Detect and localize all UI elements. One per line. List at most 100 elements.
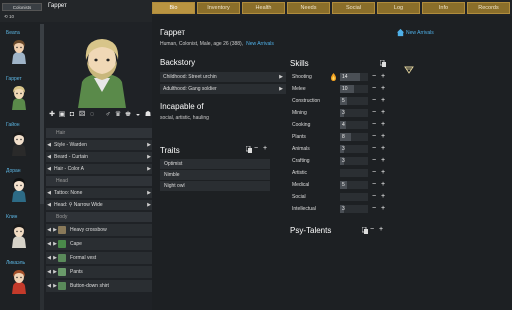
skill-increase-button[interactable]: +	[381, 96, 385, 105]
tab-inventory[interactable]: Inventory	[197, 2, 240, 14]
apparel-selector[interactable]: ◀ ▶ Pants	[46, 266, 152, 278]
skill-increase-button[interactable]: +	[381, 168, 385, 177]
hair-style-selector[interactable]: ◀ Style - Warden ▶	[46, 140, 152, 150]
skill-decrease-button[interactable]: −	[372, 108, 376, 117]
male-icon[interactable]: ♂	[104, 111, 112, 119]
mask-icon[interactable]: ☗	[144, 111, 152, 119]
pawn-list-entry[interactable]: Ликаэль	[2, 260, 38, 310]
apparel-selector[interactable]: ◀ ▶ Formal vest	[46, 252, 152, 264]
scrollbar-thumb[interactable]	[40, 24, 44, 204]
psy-add-button[interactable]: +	[379, 226, 383, 234]
pawn-list-name: Ликаэль	[6, 260, 26, 266]
copy-icon[interactable]	[246, 146, 252, 153]
crown-alt-icon[interactable]: ♚	[124, 111, 132, 119]
tab-records[interactable]: Records	[467, 2, 510, 14]
skill-name: Artistic	[292, 170, 307, 176]
skill-decrease-button[interactable]: −	[372, 72, 376, 81]
skill-decrease-button[interactable]: −	[372, 84, 376, 93]
reset-icon[interactable]: ◌	[88, 111, 96, 119]
hair-header: Hair	[46, 128, 152, 138]
apparel-label: Cape	[70, 241, 82, 247]
dropdown-arrow-icon: ▶	[279, 86, 283, 92]
skill-decrease-button[interactable]: −	[372, 132, 376, 141]
skill-decrease-button[interactable]: −	[372, 168, 376, 177]
tab-health[interactable]: Health	[242, 2, 285, 14]
childhood-dropdown[interactable]: Childhood: Street urchin ▶	[160, 72, 286, 82]
traits-remove-button[interactable]: −	[254, 145, 258, 153]
pawn-list-entry[interactable]: Клин	[2, 214, 38, 266]
top-bar: Colonists Гаррет ⟲ 10	[0, 0, 152, 22]
psy-remove-button[interactable]: −	[370, 226, 374, 234]
skill-name: Plants	[292, 134, 306, 140]
tattoo-selector[interactable]: ◀ Tattoo: None ▶	[46, 188, 152, 198]
skill-increase-button[interactable]: +	[381, 192, 385, 201]
pawn-list-entry[interactable]: Гайон	[2, 122, 38, 174]
skill-decrease-button[interactable]: −	[372, 156, 376, 165]
skill-decrease-button[interactable]: −	[372, 144, 376, 153]
apparel-selector[interactable]: ◀ ▶ Cape	[46, 238, 152, 250]
skill-decrease-button[interactable]: −	[372, 192, 376, 201]
skill-increase-button[interactable]: +	[381, 132, 385, 141]
pawn-list-scrollbar[interactable]	[40, 24, 44, 310]
first-aid-icon[interactable]: ✚	[48, 111, 56, 119]
skill-level-value: 10	[342, 86, 348, 92]
skill-increase-button[interactable]: +	[381, 180, 385, 189]
skill-increase-button[interactable]: +	[381, 156, 385, 165]
beard-selector[interactable]: ◀ Beard - Curtain ▶	[46, 152, 152, 162]
apparel-selector[interactable]: ◀ ▶ Heavy crossbow	[46, 224, 152, 236]
tab-bio[interactable]: Bio	[152, 2, 195, 14]
new-arrivals-link[interactable]: New Arrivals	[406, 30, 434, 36]
passion-flame-icon[interactable]	[330, 73, 337, 81]
skill-level-value: 3	[342, 158, 345, 164]
psy-copy-icon[interactable]	[362, 227, 368, 234]
skill-decrease-button[interactable]: −	[372, 180, 376, 189]
skills-copy-icon[interactable]	[380, 60, 386, 67]
tab-log[interactable]: Log	[377, 2, 420, 14]
tab-info[interactable]: Info	[422, 2, 465, 14]
crown-icon[interactable]: ♛	[114, 111, 122, 119]
apparel-icon	[58, 226, 66, 234]
pawn-list-portrait	[10, 84, 28, 110]
skill-increase-button[interactable]: +	[381, 144, 385, 153]
pawn-list-entry[interactable]: Беата	[2, 30, 38, 82]
skill-increase-button[interactable]: +	[381, 72, 385, 81]
skill-level-value: 14	[342, 74, 348, 80]
trait-item[interactable]: Night owl	[160, 181, 270, 191]
tab-needs[interactable]: Needs	[287, 2, 330, 14]
save-icon[interactable]: ▣	[58, 111, 66, 119]
refresh-icon[interactable]: ⟲	[4, 14, 8, 19]
adulthood-dropdown[interactable]: Adulthood: Gang soldier ▶	[160, 84, 286, 94]
trait-item[interactable]: Nimble	[160, 170, 270, 180]
skill-decrease-button[interactable]: −	[372, 204, 376, 213]
skill-increase-button[interactable]: +	[381, 120, 385, 129]
dropdown-arrow-icon: ▶	[279, 74, 283, 80]
pawn-list-entry[interactable]: Доран	[2, 168, 38, 220]
apparel-selector[interactable]: ◀ ▶ Button-down shirt	[46, 280, 152, 292]
skill-increase-button[interactable]: +	[381, 108, 385, 117]
skill-mode-icon[interactable]	[404, 66, 414, 74]
pawn-name: Гаррет	[160, 28, 186, 37]
skill-decrease-button[interactable]: −	[372, 96, 376, 105]
trait-item[interactable]: Optimist	[160, 159, 270, 169]
skill-name: Cooking	[292, 122, 311, 128]
head-selector[interactable]: ◀ Head: ⚲ Narrow Wide ▶	[46, 200, 152, 210]
dice-icon[interactable]: ⚄	[78, 111, 86, 119]
tattoo-label: Tattoo: None	[54, 190, 83, 196]
pawn-list-portrait	[10, 222, 28, 248]
skill-row: Melee 10 − +	[292, 84, 392, 94]
floppy-icon[interactable]: ◘	[68, 111, 76, 119]
hair-color-selector[interactable]: ◀ Hair - Color A ▶	[46, 164, 152, 174]
skill-increase-button[interactable]: +	[381, 204, 385, 213]
bio-panel: Гаррет Human, Colonist, Male, age 26 (38…	[152, 16, 512, 310]
skill-row: Crafting 3 − +	[292, 156, 392, 166]
traits-add-button[interactable]: +	[263, 145, 267, 153]
helmet-icon[interactable]: ◒	[134, 111, 142, 119]
skill-decrease-button[interactable]: −	[372, 120, 376, 129]
tab-social[interactable]: Social	[332, 2, 375, 14]
faction-link[interactable]: New Arrivals	[246, 41, 274, 47]
skill-increase-button[interactable]: +	[381, 84, 385, 93]
body-header: Body	[46, 212, 152, 222]
colonists-button[interactable]: Colonists	[2, 3, 42, 11]
home-icon[interactable]	[396, 28, 405, 37]
pawn-list-entry[interactable]: Гаррет	[2, 76, 38, 128]
